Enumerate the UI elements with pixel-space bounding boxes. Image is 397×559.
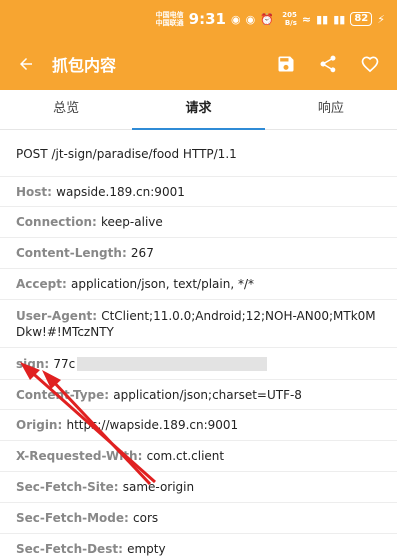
header-key: Sec-Fetch-Dest [16,542,119,556]
battery-icon: 82 [350,12,373,26]
tab-overview[interactable]: 总览 [0,90,132,129]
header-row: Sec-Fetch-Site: same-origin [0,472,397,503]
header-row-sign: sign: 77c [0,348,397,380]
signal-2-icon: ▮▮ [333,12,346,26]
header-row: Sec-Fetch-Mode: cors [0,503,397,534]
header-row: Connection: keep-alive [0,207,397,238]
save-icon [278,56,294,72]
request-line-text: POST /jt-sign/paradise/food HTTP/1.1 [16,146,237,161]
header-key: Sec-Fetch-Mode [16,511,125,525]
tab-response[interactable]: 响应 [265,90,397,129]
header-key: X-Requested-With [16,449,138,463]
request-line: POST /jt-sign/paradise/food HTTP/1.1 [0,131,397,177]
tab-request[interactable]: 请求 [132,90,265,130]
back-button[interactable] [0,42,52,86]
wifi-icon: ≈ [301,12,312,26]
header-value: application/json, text/plain, */* [70,277,255,291]
header-key: Host [16,184,48,199]
share-icon [320,55,336,73]
heart-icon [361,56,379,73]
header-value: application/json;charset=UTF-8 [113,387,302,402]
header-value: same-origin [122,480,195,494]
carrier-1: 中国电信 [155,11,184,19]
alarm-icon: ⏰ [260,12,274,26]
header-value: https://wapside.189.cn:9001 [66,418,239,432]
status-time: 9:31 [188,10,226,28]
header-row: Sec-Fetch-Dest: empty [0,534,397,559]
save-button[interactable] [265,42,307,86]
header-key: sign [16,356,45,371]
header-key: Connection [16,215,93,229]
share-button[interactable] [307,42,349,86]
request-detail: POST /jt-sign/paradise/food HTTP/1.1 Hos… [0,131,397,559]
header-key: Content-Type [16,387,105,402]
header-value: com.ct.client [146,449,225,463]
header-row: Accept: application/json, text/plain, */… [0,269,397,300]
header-key: Sec-Fetch-Site [16,480,114,494]
redaction-block [77,357,268,371]
header-value: cors [133,511,159,525]
eye-icon: ◉ [245,12,256,26]
toolbar: 抓包内容 [0,42,397,86]
header-row: Content-Length: 267 [0,238,397,269]
header-row: Origin: https://wapside.189.cn:9001 [0,410,397,441]
favorite-button[interactable] [349,42,391,86]
page-title: 抓包内容 [52,56,117,75]
header-value: empty [127,542,166,556]
arrow-left-icon [20,58,32,70]
header-value: 77c [53,356,76,371]
header-key: Content-Length [16,246,122,260]
header-key: User-Agent [16,308,93,323]
tab-bar: 总览 请求 响应 [0,90,397,130]
charging-icon: ⚡ [377,12,385,26]
app-notification-icon: ◉ [230,12,241,26]
header-value: wapside.189.cn:9001 [56,184,185,199]
net-speed: 205 B/s [282,11,297,27]
header-row: Content-Type: application/json;charset=U… [0,380,397,410]
carrier-labels: 中国电信 中国联通 [156,11,184,27]
header-value: keep-alive [101,215,163,229]
header-key: Origin [16,418,58,432]
carrier-2: 中国联通 [155,19,184,27]
header-value: 267 [130,246,154,260]
header-row: User-Agent: CtClient;11.0.0;Android;12;N… [0,300,397,348]
header-key: Accept [16,277,62,291]
signal-icon: ▮▮ [316,12,329,26]
app-bar: 中国电信 中国联通 9:31 ◉ ◉ ⏰ 205 B/s ≈ ▮▮ ▮▮ 82 … [0,0,397,90]
header-row: Host: wapside.189.cn:9001 [0,177,397,207]
status-bar: 中国电信 中国联通 9:31 ◉ ◉ ⏰ 205 B/s ≈ ▮▮ ▮▮ 82 … [156,8,385,30]
header-row: X-Requested-With: com.ct.client [0,441,397,472]
